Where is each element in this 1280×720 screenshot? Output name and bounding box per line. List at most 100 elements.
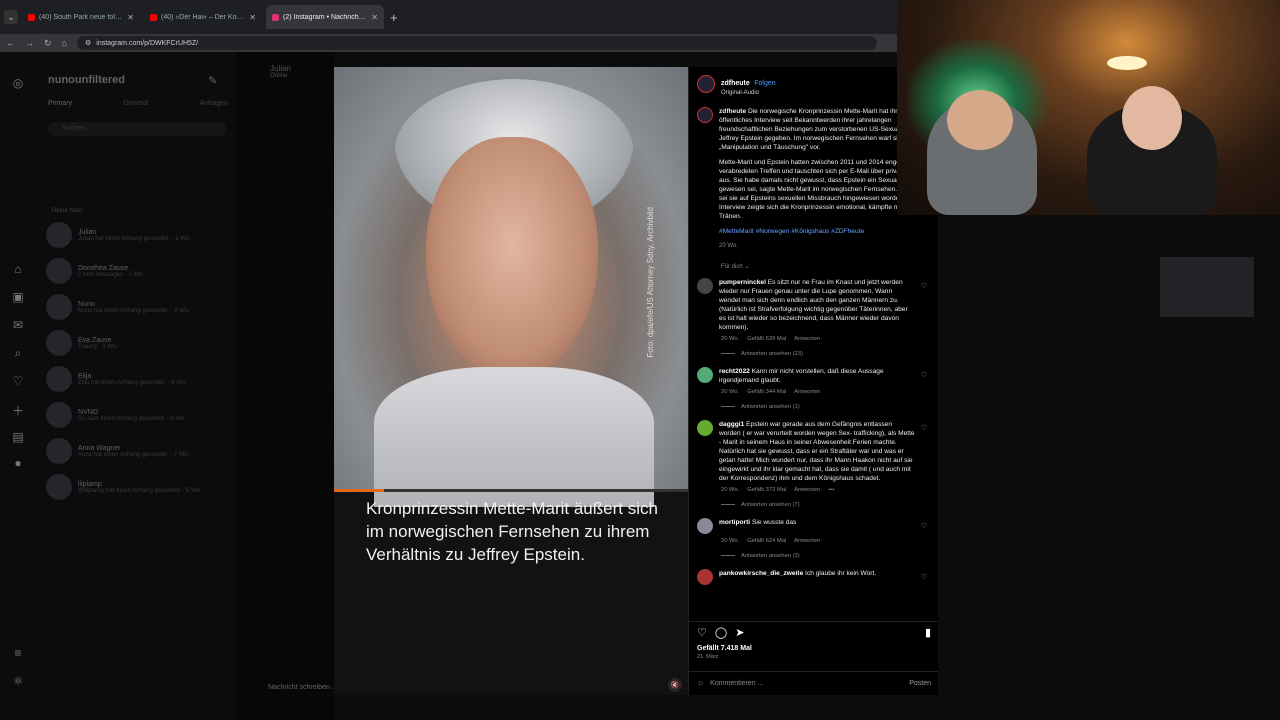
conversation-item[interactable]: Eva Zause Traurig · 3 Wo. [46, 326, 236, 360]
shared-reel-preview[interactable] [1160, 249, 1254, 419]
browser-tab-south-park[interactable]: (40) South Park neue folgen - Yo ✕ [22, 5, 140, 29]
instagram-logo-icon[interactable]: ◎ [13, 76, 23, 90]
caption-age: 20 Wo. [719, 243, 738, 249]
close-icon[interactable]: ✕ [127, 13, 134, 22]
nav-rail: ◎ ⌂ ▣ ✉ ⌕ ♡ ＋ ▤ ● ≡ ⚛ [0, 52, 36, 720]
comment-user[interactable]: mortiporti [719, 519, 750, 526]
comment-likes[interactable]: Gefällt 372 Mal [747, 487, 786, 493]
like-icon[interactable]: ♡ [921, 371, 927, 385]
tab-general[interactable]: General [123, 100, 148, 107]
back-icon[interactable]: ← [6, 38, 15, 48]
home-icon[interactable]: ⌂ [62, 38, 67, 48]
audio-label[interactable]: Original-Audio [721, 90, 776, 96]
avatar[interactable] [697, 569, 713, 585]
post-media[interactable]: Foto: dpa/efe/US Attorney Sdny, Archivbi… [334, 67, 688, 695]
caption-hashtags[interactable]: #MetteMarit #Norwegen #Königshaus #ZDFhe… [719, 227, 931, 236]
bookmark-icon[interactable]: ▮ [925, 626, 931, 639]
profile-icon[interactable]: ● [14, 456, 21, 470]
author-avatar[interactable] [697, 107, 713, 123]
dm-search-input[interactable]: Suchen [48, 122, 226, 136]
comment-likes[interactable]: Gefällt 624 Mal [747, 538, 786, 544]
message-input[interactable]: Nachricht schreiben ... [268, 684, 338, 691]
comment: mortiporti Sie wusste das ♡ 20 Wo. Gefällt… [697, 518, 931, 559]
avatar [46, 330, 72, 356]
site-info-icon[interactable]: ⚙ [85, 39, 91, 47]
author-name[interactable]: zdfheute [721, 80, 750, 87]
conversation-item[interactable]: Dorothea Zause 2 new messages · 2 Wo. [46, 254, 236, 288]
url-field[interactable]: ⚙ instagram.com/p/DWKFCrUH5Z/ [76, 36, 877, 50]
like-icon[interactable]: ♡ [697, 626, 707, 639]
reply-button[interactable]: Antworten [794, 538, 820, 544]
close-icon[interactable]: ✕ [371, 13, 378, 22]
comment-user[interactable]: recht2022 [719, 368, 750, 375]
modal-backdrop[interactable] [236, 52, 334, 720]
home-icon[interactable]: ⌂ [14, 262, 21, 276]
search-icon[interactable]: ⌕ [15, 346, 22, 361]
dm-account-name[interactable]: nunounfiltered [48, 74, 125, 86]
new-tab-button[interactable]: + [390, 10, 398, 25]
reload-icon[interactable]: ↻ [44, 38, 52, 49]
like-icon[interactable]: ♡ [921, 522, 927, 534]
comment-likes[interactable]: Gefällt 344 Mal [747, 389, 786, 395]
view-replies-button[interactable]: Antworten ansehen (1) [721, 404, 931, 410]
conversation-item[interactable]: Anna Wagner Anna hat einen Anhang gesende… [46, 434, 236, 468]
forward-icon[interactable]: → [25, 38, 34, 48]
comment-user[interactable]: pankowkirsche_die_zweite [719, 570, 803, 577]
like-count[interactable]: Gefällt 7.418 Mal [697, 645, 931, 652]
comment-age: 20 Wo. [721, 538, 740, 544]
view-replies-button[interactable]: Antworten ansehen (3) [721, 553, 931, 559]
follow-button[interactable]: Folgen [754, 80, 775, 87]
author-avatar[interactable] [697, 75, 715, 93]
avatar[interactable] [697, 367, 713, 383]
comment-icon[interactable]: ◯ [715, 626, 727, 639]
post-photo: Foto: dpa/efe/US Attorney Sdny, Archivbi… [334, 67, 688, 507]
browser-tab-der-hai[interactable]: (40) »Der Hai« – Der Kokobaro ✕ [144, 5, 262, 29]
conversation-item[interactable]: Julian Julian hat einen Anhang gesendet. … [46, 218, 236, 252]
like-icon[interactable]: ♡ [921, 573, 927, 585]
conversation-item[interactable]: NVNO Du hast einen Anhang gesendet. · 6 W… [46, 398, 236, 432]
more-options-icon[interactable]: ••• [828, 487, 834, 493]
reply-button[interactable]: Antworten [794, 389, 820, 395]
avatar[interactable] [697, 518, 713, 534]
messages-icon[interactable]: ✉ [13, 318, 23, 332]
chat-title[interactable]: Julian [270, 64, 291, 73]
create-icon[interactable]: ＋ [12, 402, 24, 419]
tab-primary[interactable]: Primary [48, 100, 72, 107]
tab-search-icon[interactable]: ⌄ [4, 10, 18, 24]
reels-icon[interactable]: ▣ [12, 290, 23, 304]
comment-input[interactable]: Kommentieren ... [710, 680, 763, 687]
reply-button[interactable]: Antworten [794, 487, 820, 493]
meta-icon[interactable]: ⚛ [13, 674, 24, 688]
conversation-item[interactable]: Elija Elija hat einen Anhang gesendet. · … [46, 362, 236, 396]
comment-user[interactable]: dagggi1 [719, 421, 744, 428]
notifications-icon[interactable]: ♡ [13, 374, 24, 388]
dashboard-icon[interactable]: ▤ [12, 430, 23, 444]
note-label[interactable]: Deine Notiz [52, 208, 83, 214]
conversation-item[interactable]: Nuno Nuno hat einen Anhang gesendet. · 2 … [46, 290, 236, 324]
reply-button[interactable]: Antworten [794, 336, 820, 342]
video-progress-bar[interactable] [334, 489, 688, 492]
avatar[interactable] [697, 278, 713, 294]
like-icon[interactable]: ♡ [921, 282, 927, 332]
comment-user[interactable]: pumperninckel [719, 279, 766, 286]
close-icon[interactable]: ✕ [249, 13, 256, 22]
comment: pumperninckel Es sitzt nur ne Frau im Kn… [697, 278, 931, 357]
share-icon[interactable]: ➤ [735, 626, 744, 639]
comment-sort-dropdown[interactable]: Für dich ⌄ [721, 263, 931, 270]
caption-author[interactable]: zdfheute [719, 108, 746, 115]
menu-icon[interactable]: ≡ [14, 646, 21, 660]
emoji-icon[interactable]: ☺ [697, 680, 704, 687]
mute-icon[interactable]: 🔇 [668, 678, 682, 692]
tab-requests[interactable]: Anfragen [200, 100, 228, 107]
conversation-item[interactable]: lilplamp @lilplamp hat einen Anhang gesen… [46, 470, 236, 504]
browser-tab-instagram[interactable]: (2) Instagram • Nachrichten ✕ [266, 5, 384, 29]
view-replies-button[interactable]: Antworten ansehen (7) [721, 502, 931, 508]
conversation-preview: Nuno hat einen Anhang gesendet. · 2 Wo. [78, 307, 190, 314]
view-replies-button[interactable]: Antworten ansehen (23) [721, 351, 931, 357]
avatar[interactable] [697, 420, 713, 436]
like-icon[interactable]: ♡ [921, 424, 927, 483]
compose-icon[interactable]: ✎ [208, 74, 217, 87]
comment-likes[interactable]: Gefällt 639 Mal [747, 336, 786, 342]
post-comment-button[interactable]: Posten [909, 680, 931, 687]
tab-title: (40) South Park neue folgen - Yo [39, 13, 123, 21]
